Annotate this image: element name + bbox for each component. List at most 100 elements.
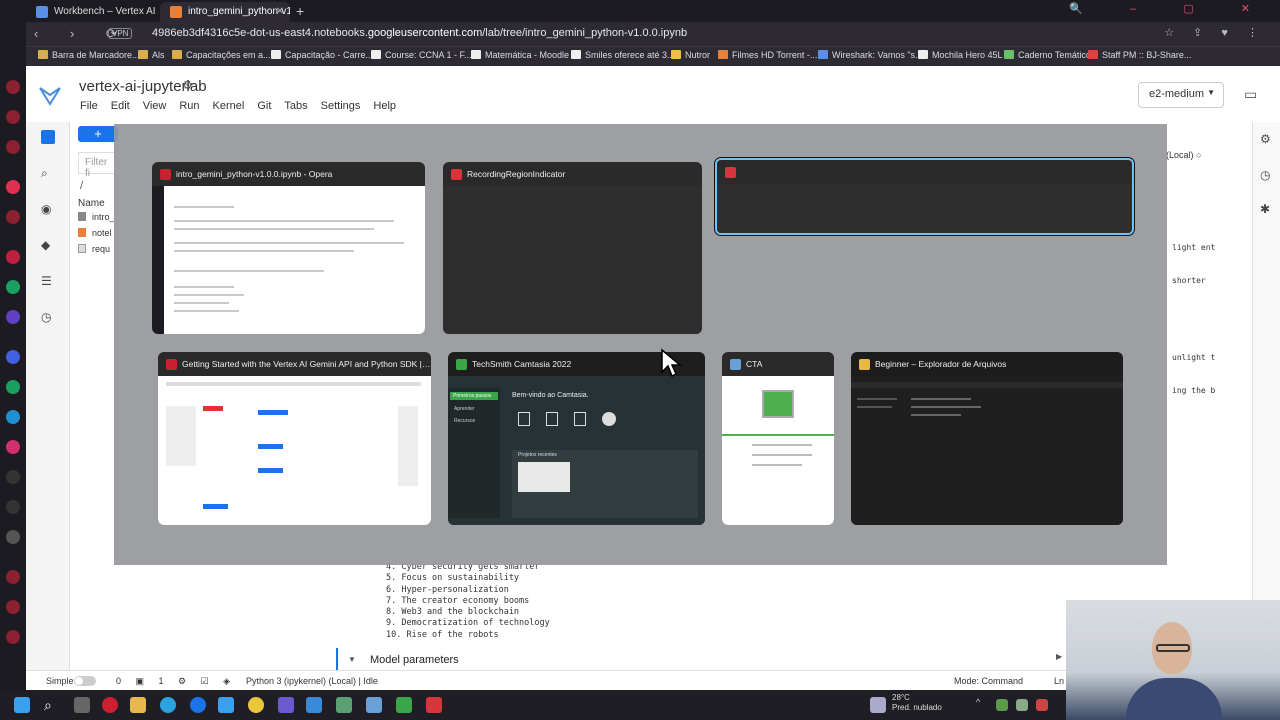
bookmark-item[interactable]: Wireshark: Vamos "s... <box>818 50 923 60</box>
menu-edit[interactable]: Edit <box>111 100 130 112</box>
kernel-counts[interactable]: 0 ▣ 1 ⚙ ☑ ◈ <box>116 676 236 687</box>
whatsapp-icon[interactable] <box>6 380 20 394</box>
sidebar-app-icon[interactable] <box>6 80 20 94</box>
menu-kernel[interactable]: Kernel <box>213 100 245 112</box>
toc-icon[interactable]: ☰ <box>41 274 55 288</box>
chevron-right-icon[interactable]: ▶ <box>1056 652 1062 661</box>
messenger-icon[interactable] <box>6 350 20 364</box>
weather-icon[interactable] <box>870 697 886 713</box>
close-tab-icon[interactable]: ✕ <box>276 2 284 22</box>
browser-icon[interactable] <box>190 697 206 713</box>
history-icon[interactable]: ◷ <box>1260 168 1274 182</box>
menu-run[interactable]: Run <box>179 100 199 112</box>
app-icon[interactable] <box>278 697 294 713</box>
notifications-icon[interactable]: ▭ <box>1244 86 1257 103</box>
switcher-window[interactable]: intro_gemini_python-v1.0.0.ipynb - Opera <box>152 162 425 334</box>
sidebar-app-icon[interactable] <box>6 210 20 224</box>
bookmark-item[interactable]: Capacitação - Carre... <box>271 50 373 60</box>
camtasia-icon[interactable] <box>396 697 412 713</box>
file-explorer-icon[interactable] <box>130 697 146 713</box>
sidebar-app-icon[interactable] <box>6 180 20 194</box>
telegram-icon[interactable] <box>6 410 20 424</box>
folder-icon[interactable] <box>41 130 55 144</box>
sidebar-app-icon[interactable] <box>6 310 20 324</box>
bookmark-item[interactable]: Smiles oferece até 3... <box>571 50 675 60</box>
switcher-window-selected[interactable] <box>715 158 1134 235</box>
breadcrumb[interactable]: / <box>80 180 83 192</box>
menu-git[interactable]: Git <box>257 100 271 112</box>
menu-settings[interactable]: Settings <box>321 100 361 112</box>
address-bar-icons[interactable]: ☆ ⇪ ♥ ⋮ <box>1164 26 1266 39</box>
task-view-icon[interactable] <box>74 697 90 713</box>
bookmark-item[interactable]: Filmes HD Torrent -... <box>718 50 817 60</box>
menu-tabs[interactable]: Tabs <box>284 100 307 112</box>
start-icon[interactable] <box>14 697 30 713</box>
switcher-window[interactable]: CTA <box>722 352 834 525</box>
app-icon[interactable] <box>218 697 234 713</box>
chrome-icon[interactable] <box>248 697 264 713</box>
file-item[interactable]: notel <box>78 228 112 238</box>
switcher-window[interactable]: RecordingRegionIndicator <box>443 162 702 334</box>
recorder-icon[interactable] <box>426 697 442 713</box>
sidebar-app-icon[interactable] <box>6 570 20 584</box>
new-tab-button[interactable]: + <box>296 2 304 20</box>
bookmark-item[interactable]: Course: CCNA 1 - F... <box>371 50 472 60</box>
sidebar-app-icon[interactable] <box>6 600 20 614</box>
app-icon[interactable] <box>336 697 352 713</box>
bookmark-item[interactable]: Capacitações em a... <box>172 50 271 60</box>
bookmark-item[interactable]: Barra de Marcadore... <box>38 50 140 60</box>
sidebar-app-icon[interactable] <box>6 140 20 154</box>
browser-tab-active[interactable]: intro_gemini_python-v1.0.... ✕ <box>160 2 290 22</box>
new-launcher-button[interactable]: + <box>78 126 118 142</box>
name-column-header[interactable]: Name <box>78 198 105 209</box>
tray-icon[interactable] <box>1036 699 1048 711</box>
schedule-icon[interactable]: ◷ <box>41 310 55 324</box>
git-icon[interactable]: ◆ <box>41 238 55 252</box>
bookmark-item[interactable]: Nutror <box>671 50 710 60</box>
x-icon[interactable] <box>6 500 20 514</box>
url-field[interactable]: 4986eb3df4316c5e-dot-us-east4.notebooks.… <box>152 27 687 39</box>
sidebar-app-icon[interactable] <box>6 110 20 124</box>
file-item[interactable]: requ <box>78 244 110 254</box>
gear-icon[interactable]: ⚙ <box>182 78 193 92</box>
machine-type-select[interactable]: e2-medium ▼ <box>1138 82 1224 108</box>
bookmark-item[interactable]: Staff PM :: BJ-Share... <box>1088 50 1191 60</box>
bookmark-item[interactable]: Mochila Hero 45L <box>918 50 1003 60</box>
bookmark-item[interactable]: Als <box>138 50 165 60</box>
stop-icon[interactable]: ◉ <box>41 202 55 216</box>
app-icon[interactable] <box>306 697 322 713</box>
tray-chevron-icon[interactable]: ^ <box>976 697 986 713</box>
kernel-status[interactable]: Python 3 (ipykernel) (Local) | Idle <box>246 676 378 686</box>
bookmark-item[interactable]: Caderno Temático <box>1004 50 1091 60</box>
simple-mode-toggle[interactable] <box>74 676 96 686</box>
vpn-badge[interactable]: VPN <box>108 28 133 39</box>
debugger-icon[interactable]: ✱ <box>1260 202 1274 216</box>
search-icon[interactable]: ⌕ <box>41 166 55 180</box>
tray-icon[interactable] <box>996 699 1008 711</box>
collapse-icon[interactable]: ▼ <box>348 655 356 664</box>
window-controls[interactable]: 🔍 – ▢ ✕ <box>1069 2 1272 15</box>
browser-tab[interactable]: Workbench – Vertex AI – ... <box>26 2 158 22</box>
kernel-indicator[interactable]: (Local) ○ <box>1166 150 1201 160</box>
file-item[interactable]: intro_ <box>78 212 115 222</box>
opera-icon[interactable] <box>102 697 118 713</box>
menu-help[interactable]: Help <box>373 100 396 112</box>
switcher-window[interactable]: Beginner – Explorador de Arquivos <box>851 352 1123 525</box>
tiktok-icon[interactable] <box>6 470 20 484</box>
tray-icon[interactable] <box>1016 699 1028 711</box>
search-icon[interactable]: ⌕ <box>44 697 60 713</box>
telegram-icon[interactable] <box>160 697 176 713</box>
sidebar-app-icon[interactable] <box>6 530 20 544</box>
property-inspector-icon[interactable]: ⚙ <box>1260 132 1274 146</box>
network-icon[interactable] <box>366 697 382 713</box>
switcher-window[interactable]: Getting Started with the Vertex AI Gemin… <box>158 352 431 525</box>
sidebar-app-icon[interactable] <box>6 630 20 644</box>
sidebar-app-icon[interactable] <box>6 280 20 294</box>
menu-file[interactable]: File <box>80 100 98 112</box>
bookmark-item[interactable]: Matemática - Moodle <box>471 50 569 60</box>
weather-widget[interactable]: 28°C Pred. nublado <box>892 693 942 713</box>
instagram-icon[interactable] <box>6 440 20 454</box>
filter-input[interactable]: Filter fi <box>78 152 118 179</box>
sidebar-app-icon[interactable] <box>6 250 20 264</box>
menu-view[interactable]: View <box>143 100 167 112</box>
